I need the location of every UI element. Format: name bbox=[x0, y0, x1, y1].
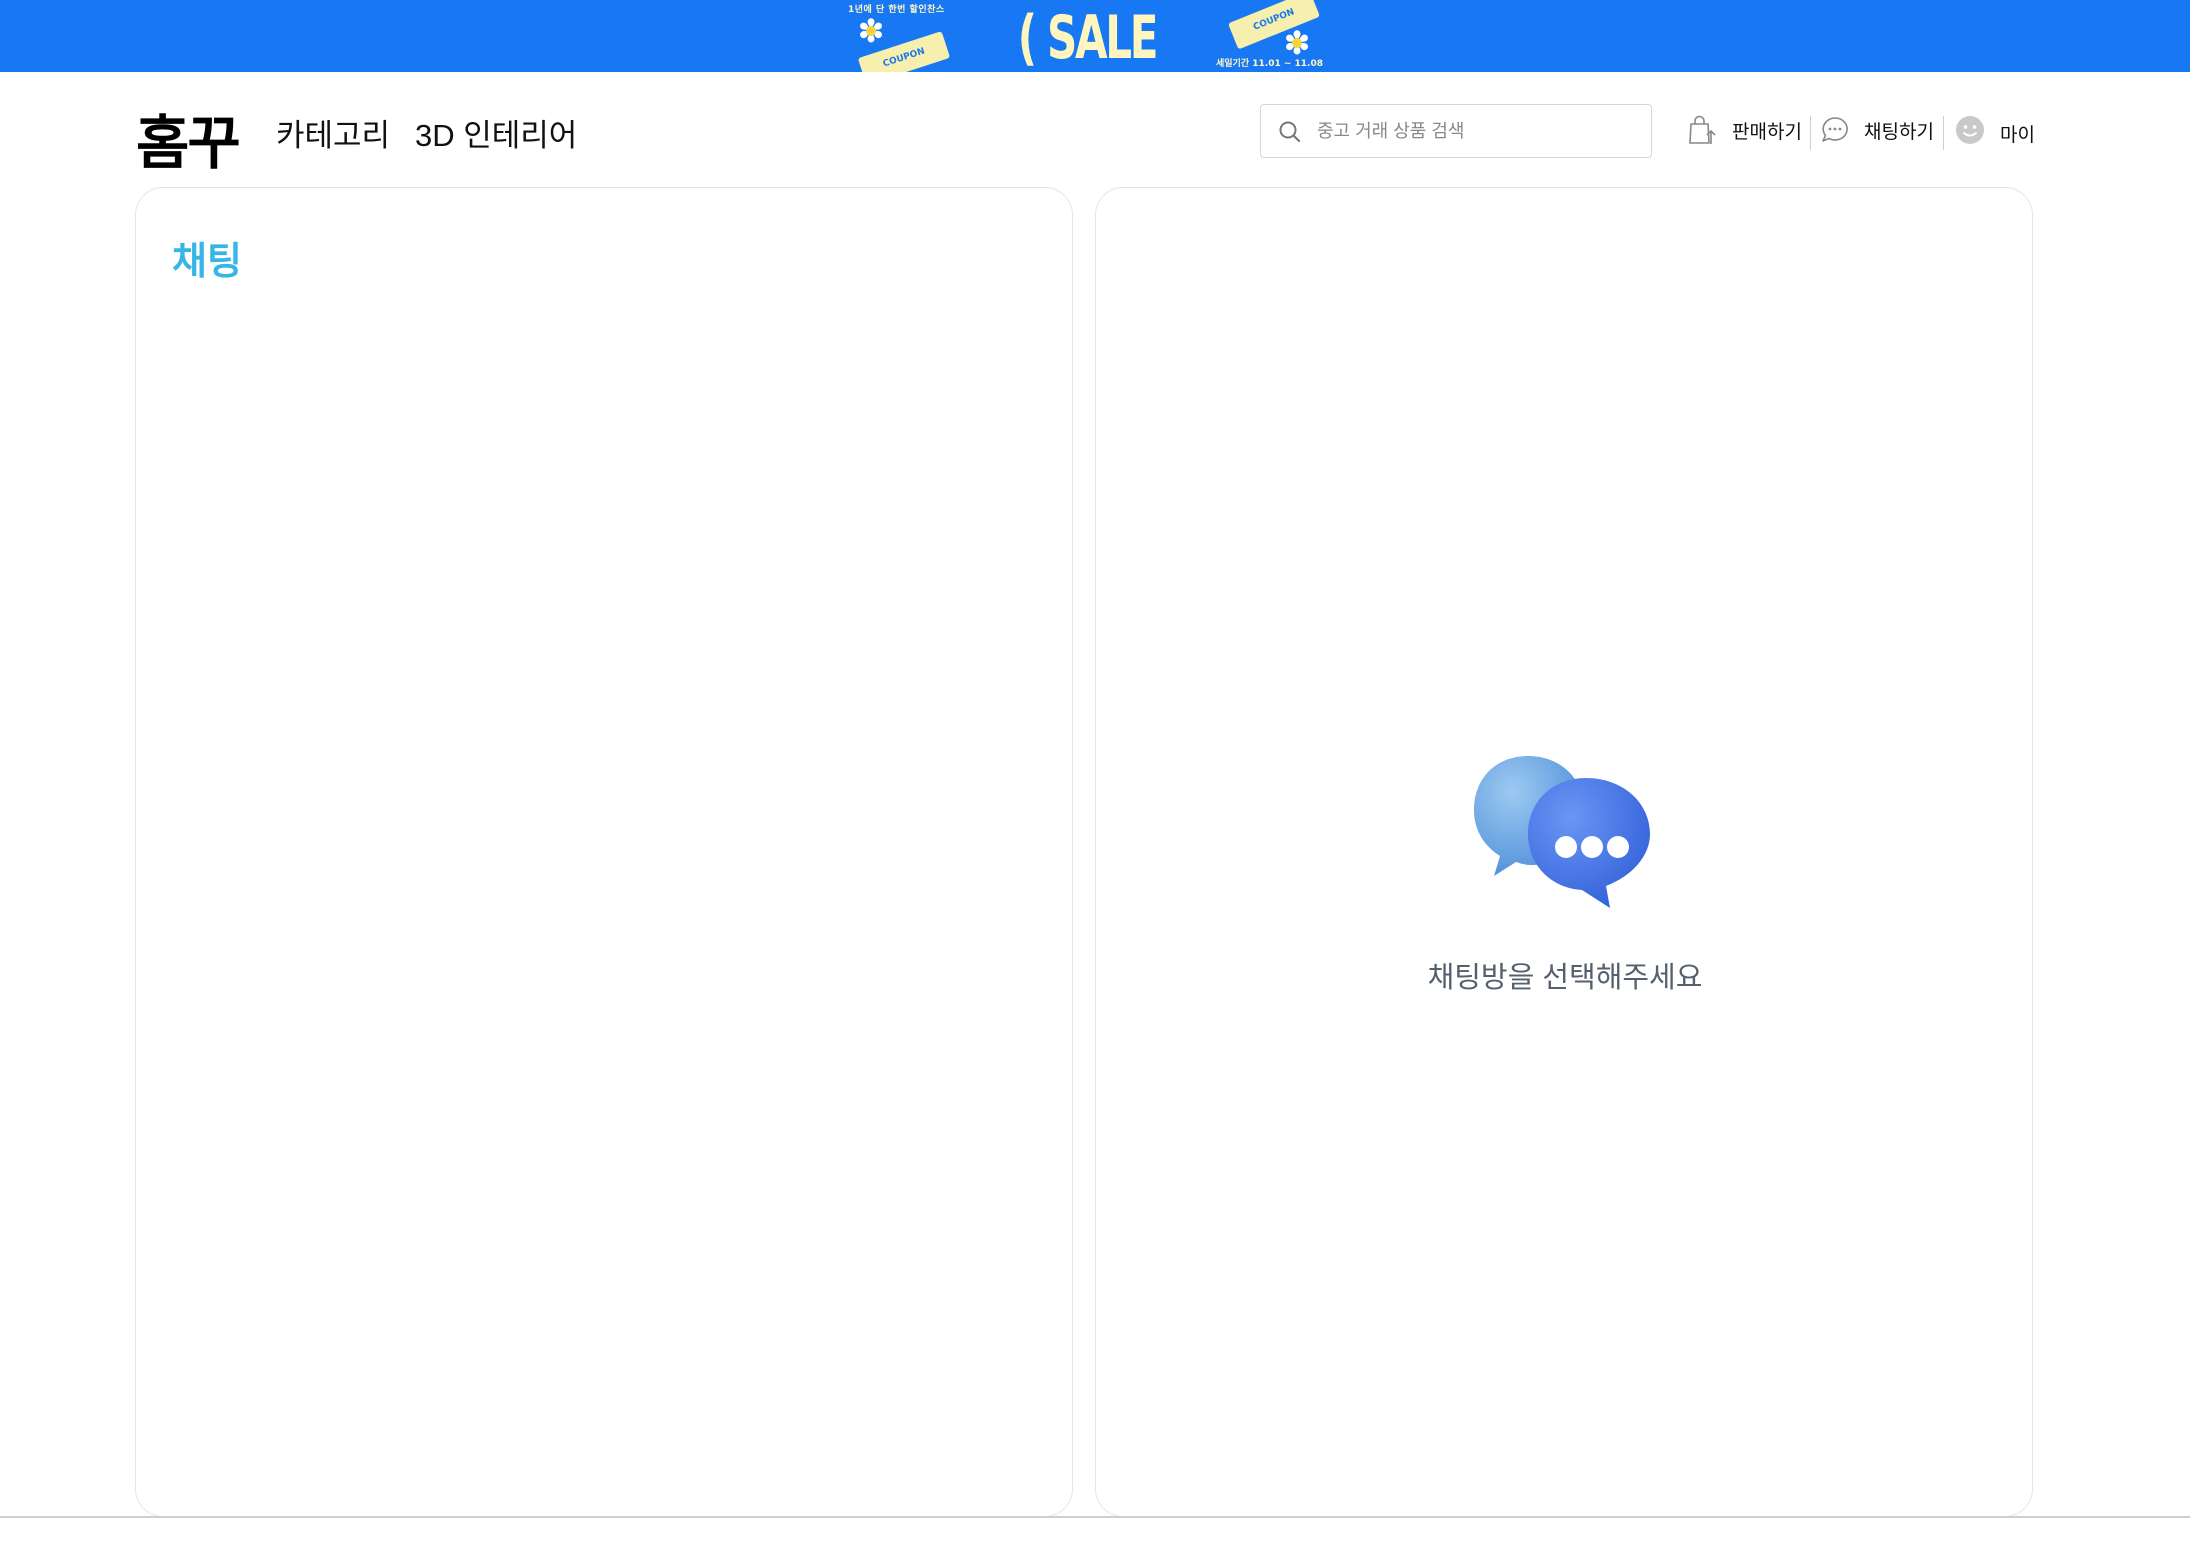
header-divider bbox=[1943, 116, 1944, 150]
site-header: 홈꾸 카테고리 3D 인테리어 판매하기 채팅하기 bbox=[0, 72, 2190, 184]
chat-list-title: 채팅 bbox=[172, 239, 242, 283]
chat-button[interactable]: 채팅하기 bbox=[1820, 108, 1934, 152]
my-label: 마이 bbox=[2000, 124, 2035, 146]
page-bottom-divider bbox=[0, 1516, 2190, 1518]
sell-label: 판매하기 bbox=[1732, 121, 1802, 143]
empty-chat-message: 채팅방을 선택해주세요 bbox=[1427, 962, 1703, 994]
banner-period: 세일기간 11.01 ~ 11.08 bbox=[1216, 59, 1323, 69]
nav-3d-interior[interactable]: 3D 인테리어 bbox=[415, 110, 577, 155]
daisy-icon: ✽ bbox=[854, 14, 888, 48]
daisy-icon: ✽ bbox=[1280, 26, 1314, 60]
my-page-button[interactable]: 마이 bbox=[1954, 108, 2035, 152]
promo-banner[interactable]: 1년에 단 한번 할인찬스 ✽ COUPON ( SALE WEEK ) COU… bbox=[0, 0, 2190, 72]
header-divider bbox=[1810, 116, 1811, 150]
site-logo[interactable]: 홈꾸 bbox=[136, 96, 241, 180]
chat-room-panel: 채팅방을 선택해주세요 bbox=[1095, 187, 2033, 1517]
smiley-avatar-icon bbox=[1956, 116, 1984, 144]
promo-banner-content: 1년에 단 한번 할인찬스 ✽ COUPON ( SALE WEEK ) COU… bbox=[842, 0, 1328, 72]
sell-button[interactable]: 판매하기 bbox=[1686, 108, 1802, 152]
chat-label: 채팅하기 bbox=[1864, 121, 1934, 143]
shopping-bag-upload-icon bbox=[1689, 115, 1716, 144]
search-icon[interactable] bbox=[1277, 119, 1303, 145]
search-box[interactable] bbox=[1260, 104, 1652, 158]
chat-bubbles-illustration-icon bbox=[1474, 756, 1650, 908]
search-input[interactable] bbox=[1317, 105, 1637, 157]
banner-title: ( SALE WEEK ) bbox=[1017, 3, 1159, 72]
nav-category[interactable]: 카테고리 bbox=[276, 110, 390, 155]
chat-list-panel: 채팅 bbox=[135, 187, 1073, 1517]
chat-bubble-icon bbox=[1822, 117, 1848, 142]
